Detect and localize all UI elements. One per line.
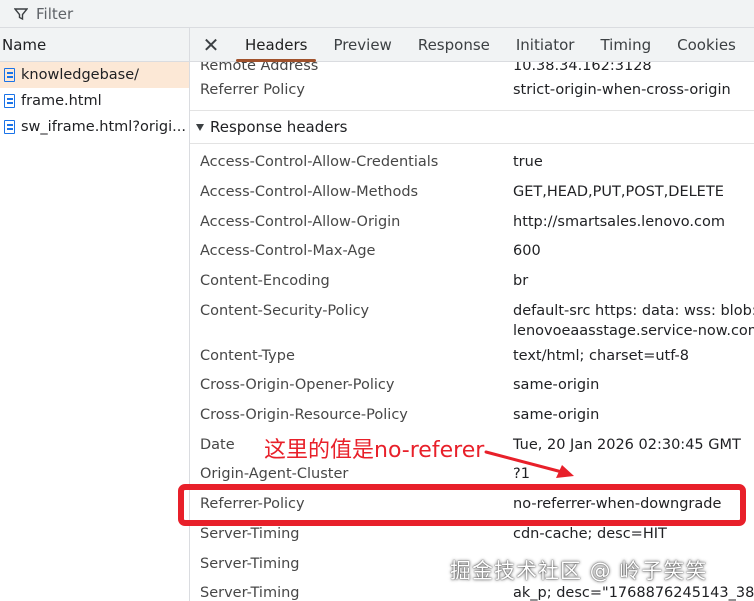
header-name: Content-Encoding [200, 273, 330, 289]
header-value: default-src https: data: wss: blob: ' [513, 303, 754, 319]
response-headers-section[interactable]: Response headers [190, 110, 754, 144]
request-label: frame.html [21, 93, 102, 109]
header-value: text/html; charset=utf-8 [513, 348, 689, 364]
request-item-frame[interactable]: frame.html [0, 88, 189, 114]
header-value: same-origin [513, 407, 600, 423]
header-value: 10.38.34.162:3128 [513, 62, 652, 74]
close-icon[interactable]: ✕ [190, 33, 232, 57]
watermark-text: 掘金技术社区 @ 岭子笑笑 [450, 559, 708, 583]
document-icon [4, 94, 15, 108]
request-label: knowledgebase/ [21, 67, 140, 83]
tab-initiator[interactable]: Initiator [503, 28, 588, 62]
header-name: Access-Control-Allow-Methods [200, 184, 419, 200]
header-value: br [513, 273, 529, 289]
header-name: Server-Timing [200, 585, 300, 601]
annotation-text: 这里的值是no-referer [264, 438, 485, 463]
referrer-policy-highlight [178, 484, 746, 526]
header-value: http://smartsales.lenovo.com [513, 214, 725, 230]
request-list: Name knowledgebase/ frame.html sw_iframe… [0, 28, 190, 601]
filter-icon [14, 7, 28, 20]
tab-cookies[interactable]: Cookies [664, 28, 749, 62]
header-value: GET,HEAD,PUT,POST,DELETE [513, 184, 724, 200]
name-column-header[interactable]: Name [0, 28, 189, 62]
header-name: Origin-Agent-Cluster [200, 466, 349, 482]
header-name: Access-Control-Allow-Credentials [200, 154, 439, 170]
request-item-knowledgebase[interactable]: knowledgebase/ [0, 62, 189, 88]
document-icon [4, 120, 15, 134]
tab-response[interactable]: Response [405, 28, 503, 62]
header-name: Server-Timing [200, 526, 300, 542]
header-value: ak_p; desc="1768876245143_3860 [513, 585, 754, 601]
header-name: Cross-Origin-Opener-Policy [200, 377, 395, 393]
tab-preview[interactable]: Preview [320, 28, 404, 62]
filter-input[interactable]: Filter [36, 5, 73, 23]
section-title: Response headers [210, 118, 348, 136]
header-name: Access-Control-Max-Age [200, 243, 376, 259]
header-name: Server-Timing [200, 556, 300, 572]
header-value: lenovoeaasstage.service-now.com [513, 323, 754, 339]
header-value: 600 [513, 243, 541, 259]
header-name: Date [200, 437, 235, 453]
header-name: Content-Type [200, 348, 295, 364]
header-name: Remote Address [200, 62, 319, 74]
header-value: strict-origin-when-cross-origin [513, 82, 731, 98]
header-value: same-origin [513, 377, 600, 393]
detail-tabs: ✕ Headers Preview Response Initiator Tim… [190, 28, 754, 62]
header-value: true [513, 154, 543, 170]
filter-bar[interactable]: Filter [0, 0, 754, 28]
header-name: Content-Security-Policy [200, 303, 370, 319]
request-label: sw_iframe.html?origi... [21, 119, 186, 135]
header-name: Access-Control-Allow-Origin [200, 214, 401, 230]
tab-headers[interactable]: Headers [232, 28, 320, 62]
header-name: Referrer Policy [200, 82, 305, 98]
header-value: cdn-cache; desc=HIT [513, 526, 667, 542]
tab-timing[interactable]: Timing [587, 28, 664, 62]
request-item-sw-iframe[interactable]: sw_iframe.html?origi... [0, 114, 189, 140]
annotation-arrow-icon [484, 450, 574, 478]
header-name: Cross-Origin-Resource-Policy [200, 407, 408, 423]
document-icon [4, 68, 15, 82]
expand-triangle-icon [196, 123, 204, 131]
